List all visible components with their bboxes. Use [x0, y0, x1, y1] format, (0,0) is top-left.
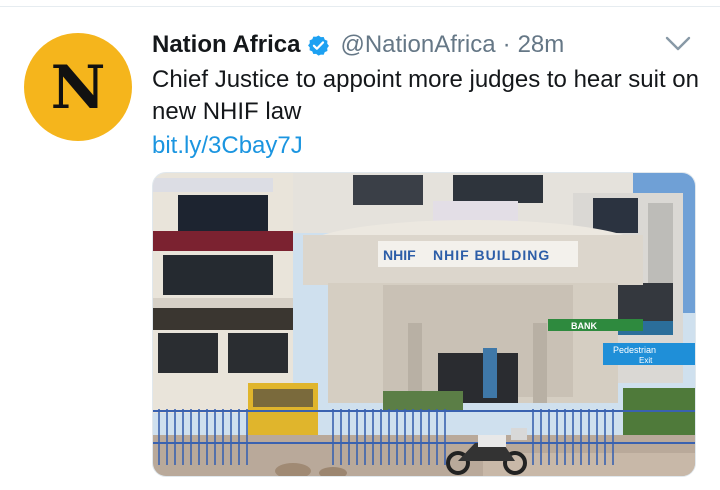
tweet-text: Chief Justice to appoint more judges to … — [152, 66, 699, 125]
chevron-down-icon[interactable] — [664, 35, 692, 53]
photo-street-sign-2: Exit — [639, 356, 653, 365]
photo-street-sign-1: Pedestrian — [613, 345, 656, 355]
photo-bank-sign: BANK — [571, 321, 597, 331]
verified-badge-icon — [308, 34, 330, 56]
avatar[interactable]: N — [24, 33, 132, 141]
author-handle[interactable]: @NationAfrica — [340, 31, 495, 59]
tweet-photo[interactable]: NHIF NHIF BUILDING BANK Pedestrian Exit — [152, 172, 696, 477]
top-divider — [0, 6, 720, 7]
avatar-letter: N — [50, 53, 106, 123]
tweet-header: Nation Africa @NationAfrica · 28m — [152, 28, 564, 62]
author-name[interactable]: Nation Africa — [152, 31, 300, 59]
separator-dot: · — [502, 31, 511, 58]
tweet-timestamp[interactable]: 28m — [518, 31, 565, 59]
tweet-link[interactable]: bit.ly/3Cbay7J — [152, 130, 303, 162]
photo-building-sign: NHIF BUILDING — [433, 247, 550, 263]
photo-small-sign: NHIF — [383, 247, 416, 263]
nhif-building-photo: NHIF NHIF BUILDING BANK Pedestrian Exit — [153, 173, 695, 476]
